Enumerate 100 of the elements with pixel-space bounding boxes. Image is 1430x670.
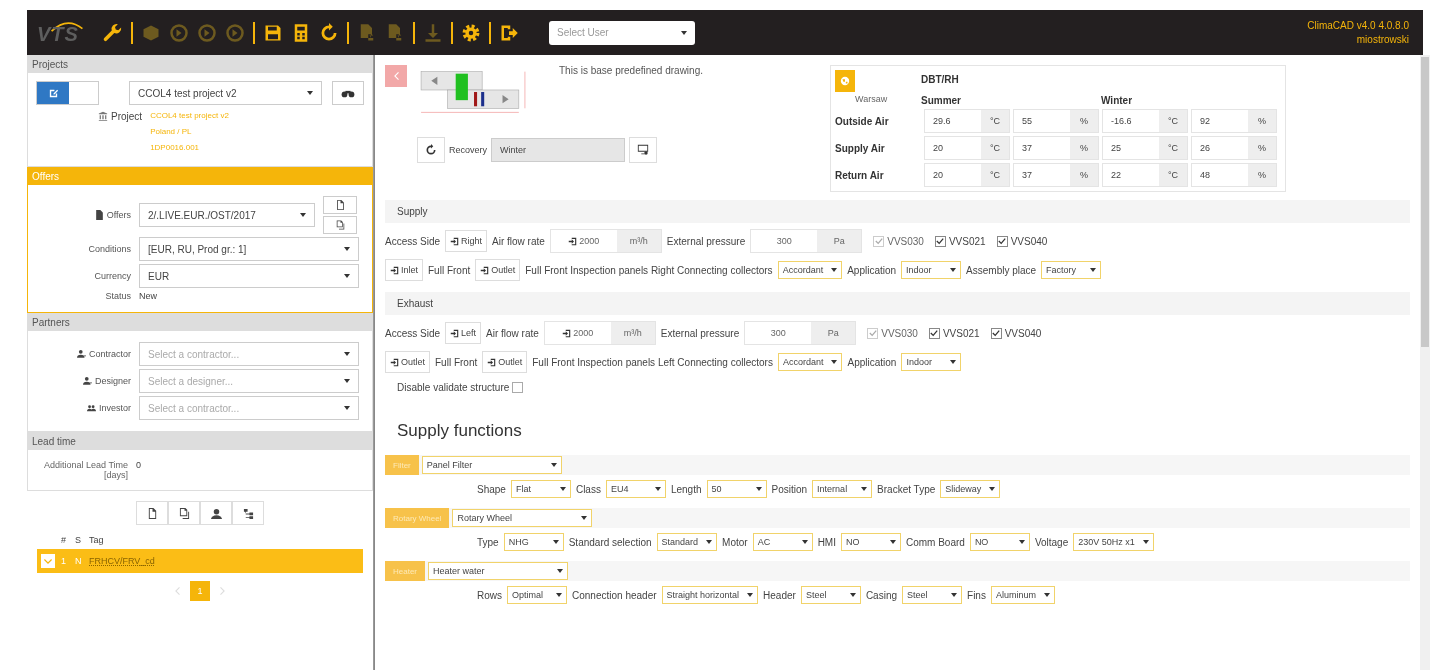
refresh-icon[interactable] <box>319 22 339 43</box>
field-label: Motor <box>722 536 748 548</box>
field-label: Offers <box>106 210 131 220</box>
recovery-settings-button[interactable] <box>629 137 657 163</box>
table-cell-text: 1 <box>61 556 67 566</box>
value-field[interactable]: 25 °C <box>1102 136 1188 160</box>
field-label: Bracket Type <box>877 483 936 495</box>
dropdown[interactable]: Indoor <box>901 353 962 371</box>
edit-toggle[interactable] <box>36 81 100 105</box>
dropdown[interactable]: AC <box>752 533 813 551</box>
dropdown[interactable]: Straight horizontal <box>661 586 759 604</box>
side-button[interactable]: Outlet <box>385 351 430 373</box>
section-header: Supply <box>385 200 1410 223</box>
unit-action-button[interactable] <box>200 501 232 525</box>
status-value: New <box>139 291 157 301</box>
dropdown[interactable]: Accordant <box>777 353 843 371</box>
side-button[interactable]: Left <box>445 322 482 344</box>
caret-icon <box>307 91 314 95</box>
dropdown[interactable]: Slideway <box>940 480 1001 498</box>
input-field[interactable]: 2000 m³/h <box>549 229 662 253</box>
checkbox[interactable] <box>928 327 940 339</box>
side-button[interactable]: Right <box>445 230 488 252</box>
new-offer-button[interactable] <box>323 196 357 214</box>
caret-icon <box>861 487 868 491</box>
dropdown[interactable]: Flat <box>510 480 571 498</box>
globe-icon <box>840 76 850 86</box>
value-field[interactable]: 20 °C <box>924 136 1010 160</box>
document-icon <box>146 507 158 519</box>
side-button[interactable]: Inlet <box>385 259 423 281</box>
caret-icon <box>1018 540 1025 544</box>
conditions-select[interactable]: [EUR, RU, Prod gr.: 1] <box>139 237 359 261</box>
dropdown[interactable]: Optimal <box>507 586 567 604</box>
settings-icon[interactable] <box>461 22 481 43</box>
value-field[interactable]: 55 % <box>1013 109 1099 133</box>
value-field[interactable]: 29.6 °C <box>924 109 1010 133</box>
table-cell-text: N <box>75 556 83 566</box>
refresh-icon <box>425 144 437 156</box>
dropdown[interactable]: Accordant <box>777 261 843 279</box>
caret-icon <box>831 360 838 364</box>
checkbox[interactable] <box>990 327 1002 339</box>
value-field[interactable]: 22 °C <box>1102 163 1188 187</box>
app-version: ClimaCAD v4.0 4.0.8.0 <box>1307 18 1409 33</box>
offer-select[interactable]: 2/.LIVE.EUR./OST/2017 <box>139 203 315 227</box>
checkbox[interactable] <box>934 235 946 247</box>
unit-action-button[interactable] <box>232 501 264 525</box>
field-label: Designer <box>94 376 131 386</box>
dropdown[interactable]: NHG <box>503 533 564 551</box>
search-project-button[interactable] <box>332 81 364 105</box>
refresh-button[interactable] <box>417 137 445 163</box>
field-label: HMI <box>817 536 836 548</box>
value-field[interactable]: 37 % <box>1013 163 1099 187</box>
dropdown[interactable]: Standard <box>656 533 718 551</box>
drawing-note: This is base predefined drawing. <box>559 65 703 78</box>
dropdown[interactable]: Steel <box>800 586 861 604</box>
dropdown[interactable]: Steel <box>902 586 963 604</box>
panel-header[interactable]: Projects <box>28 56 372 73</box>
dropdown[interactable]: Indoor <box>901 261 962 279</box>
input-field[interactable]: 2000 m³/h <box>543 321 656 345</box>
value-field[interactable]: 92 % <box>1191 109 1277 133</box>
dropdown[interactable]: Internal <box>812 480 873 498</box>
unit-action-button[interactable] <box>136 501 168 525</box>
dropdown[interactable]: EU4 <box>605 480 666 498</box>
field-label: Currency <box>94 271 131 281</box>
value-field[interactable]: 20 °C <box>924 163 1010 187</box>
unit-action-button[interactable] <box>168 501 200 525</box>
sign-in-icon <box>568 236 578 246</box>
recovery-field[interactable]: Winter <box>491 138 625 162</box>
scrollbar[interactable] <box>1420 55 1430 670</box>
side-button[interactable]: Outlet <box>475 259 521 281</box>
function-type-dropdown[interactable]: Rotary Wheel <box>452 509 593 527</box>
panel-header[interactable]: Lead time <box>28 433 372 450</box>
checkbox[interactable] <box>512 382 524 393</box>
value-field[interactable]: 26 % <box>1191 136 1277 160</box>
location-label: Warsaw <box>855 94 888 104</box>
dropdown[interactable]: NO <box>840 533 901 551</box>
value-field[interactable]: 48 % <box>1191 163 1277 187</box>
currency-select[interactable]: EUR <box>139 264 359 288</box>
copy-offer-button[interactable] <box>323 216 357 234</box>
hierarchy-icon <box>242 507 254 519</box>
panel-header[interactable]: Partners <box>28 314 372 331</box>
caret-icon <box>747 593 754 597</box>
value-field[interactable]: -16.6 °C <box>1102 109 1188 133</box>
caret-icon <box>831 268 838 272</box>
dropdown[interactable]: Aluminum <box>990 586 1055 604</box>
input-field[interactable]: 300 Pa <box>750 229 863 253</box>
dropdown[interactable]: Factory <box>1041 261 1102 279</box>
dropdown[interactable]: 50 <box>706 480 767 498</box>
wrench-icon[interactable] <box>103 22 123 43</box>
function-type-dropdown[interactable]: Heater water <box>428 562 568 580</box>
checkbox[interactable] <box>996 235 1008 247</box>
field-label: Full Front <box>435 356 478 368</box>
function-type-dropdown[interactable]: Panel Filter <box>421 456 562 474</box>
field-label: Assembly place <box>966 264 1037 276</box>
project-select[interactable]: CCOL4 test project v2 <box>129 81 323 105</box>
value-field[interactable]: 37 % <box>1013 136 1099 160</box>
side-button[interactable]: Outlet <box>482 351 528 373</box>
input-field[interactable]: 300 Pa <box>744 321 857 345</box>
dropdown[interactable]: 230V 50Hz x1 <box>1073 533 1154 551</box>
caret-icon <box>344 247 350 251</box>
dropdown[interactable]: NO <box>969 533 1030 551</box>
